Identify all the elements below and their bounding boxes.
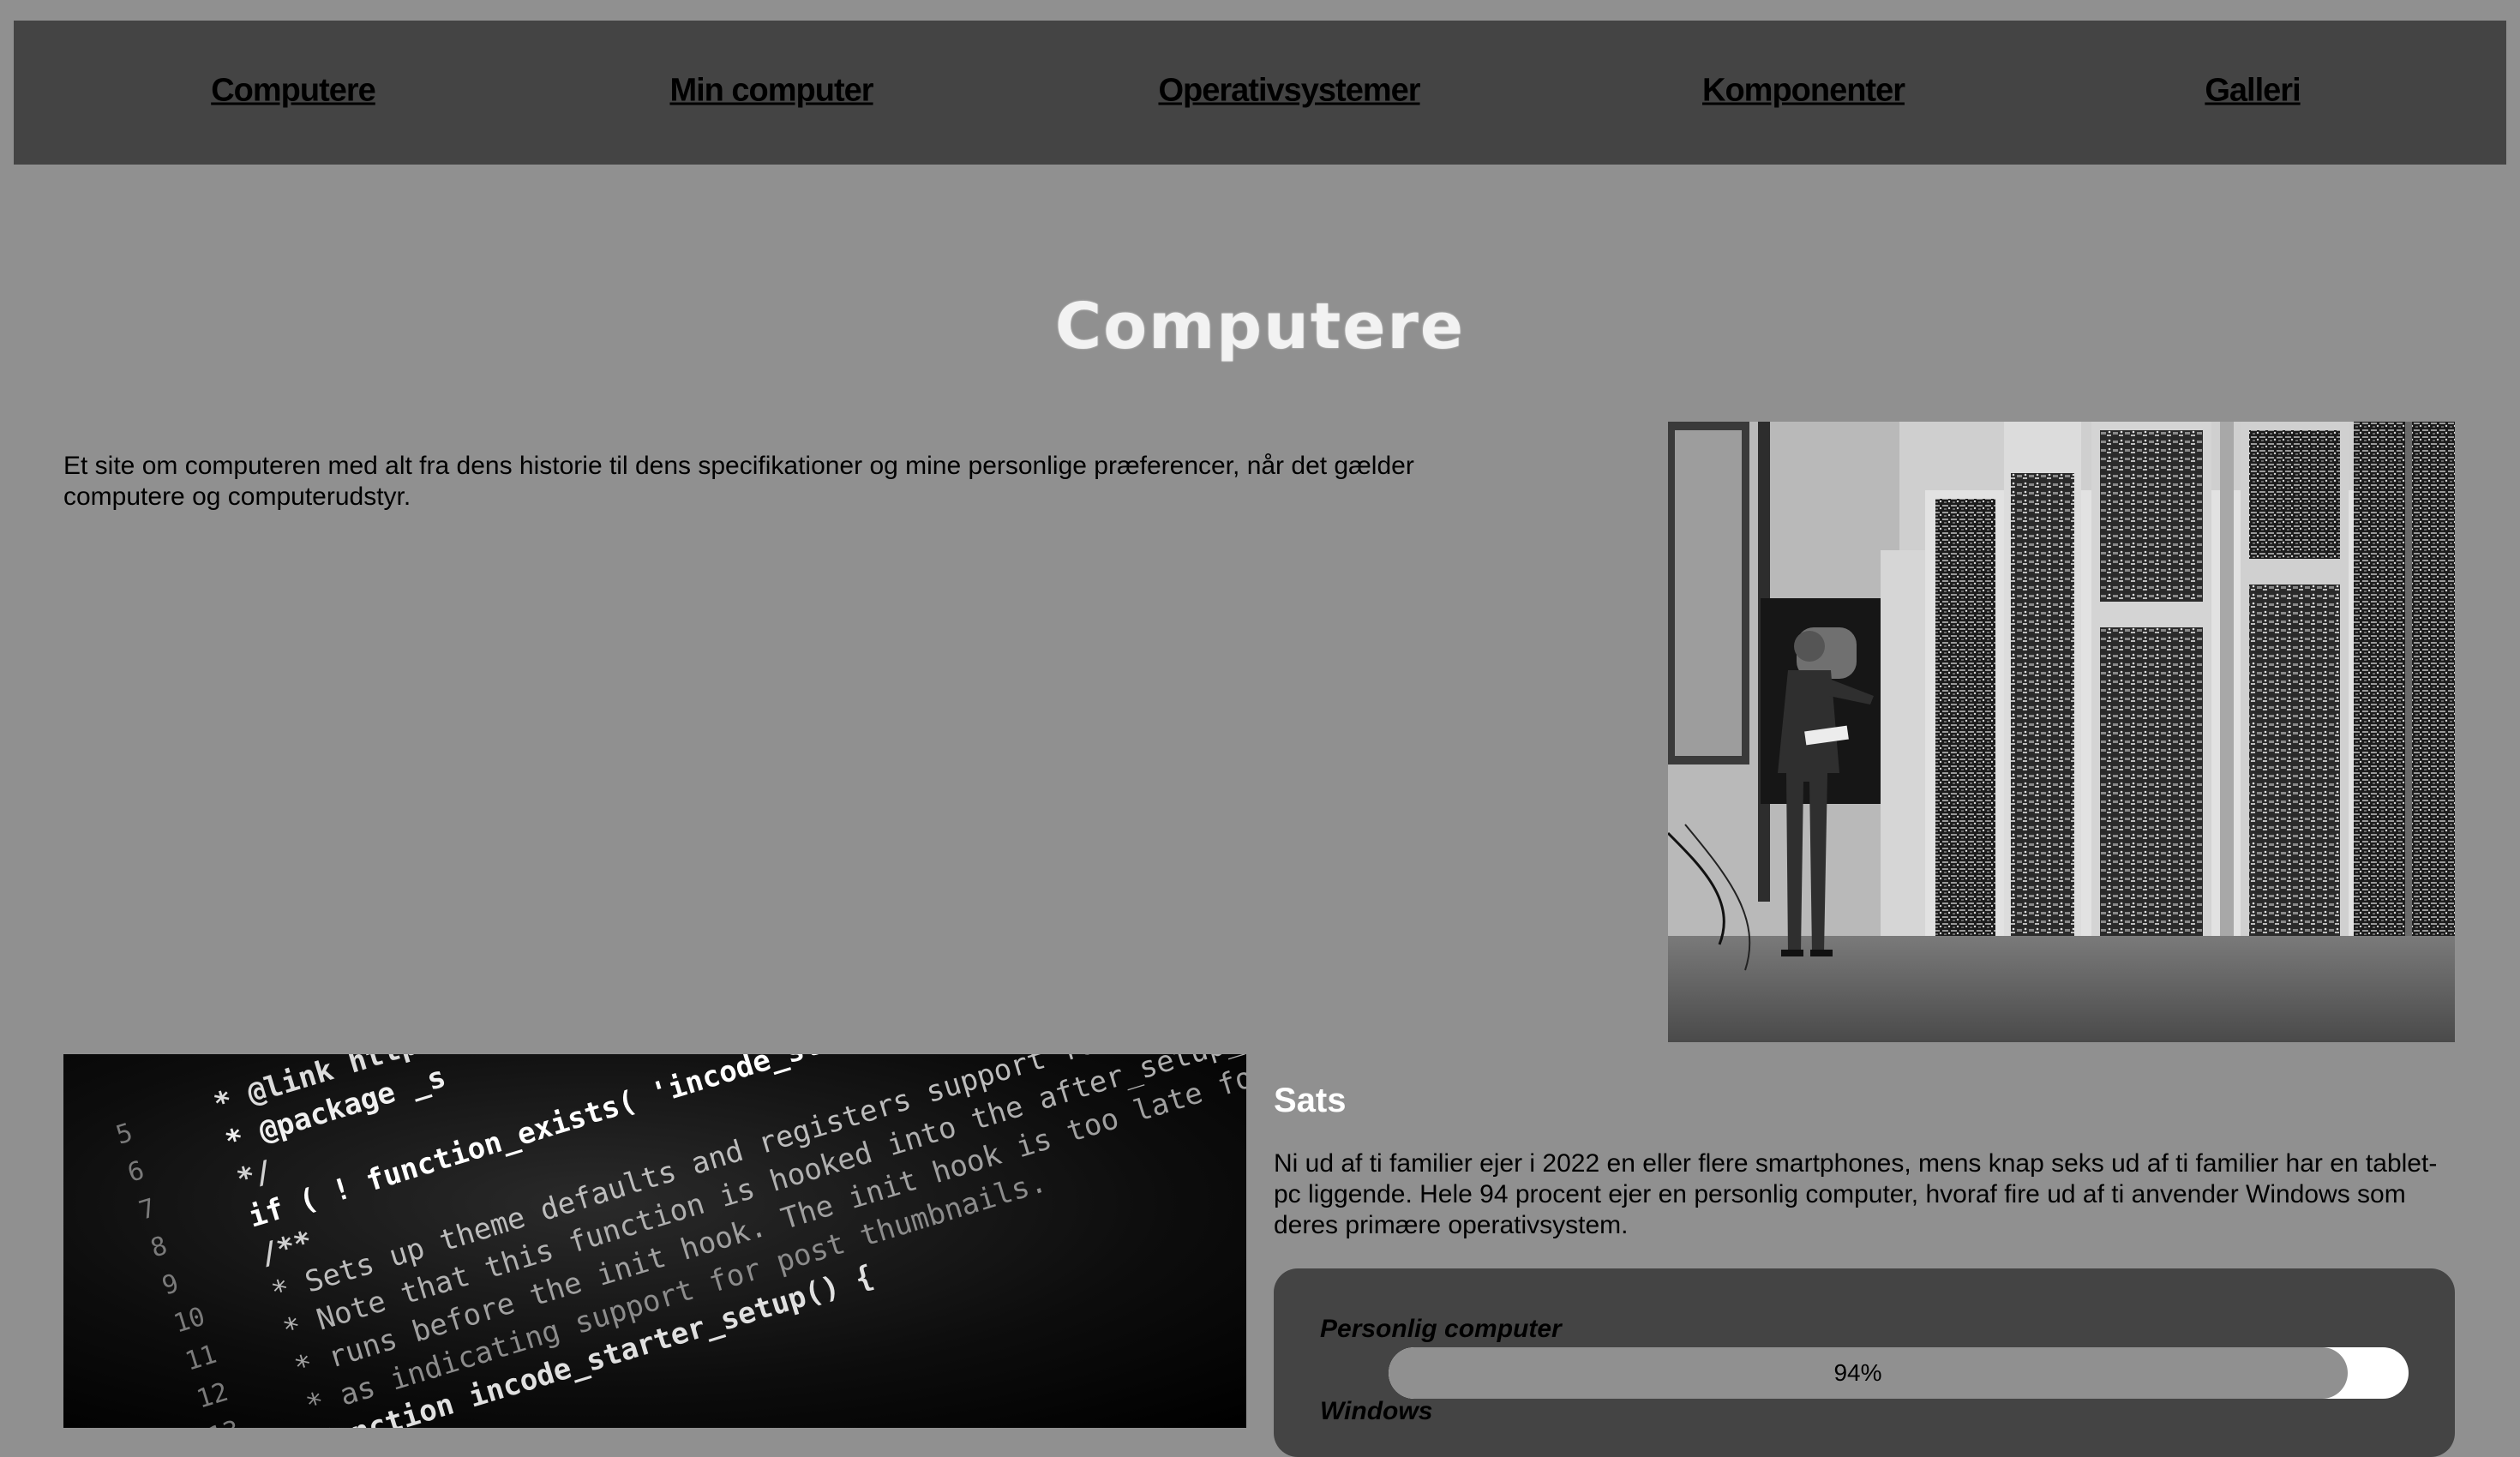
nav-link-galleri[interactable]: Galleri bbox=[2205, 73, 2301, 110]
nav-link-komponenter[interactable]: Komponenter bbox=[1702, 73, 1905, 110]
stats-text: Ni ud af ti familier ejer i 2022 en elle… bbox=[1274, 1149, 2438, 1239]
nav-link-operativsystemer[interactable]: Operativsystemer bbox=[1158, 73, 1420, 110]
code-editor-photo: 5 6 7 8 9 10 11 12 13 14 * @link https:/… bbox=[63, 1054, 1246, 1428]
stats-heading: Sats bbox=[1274, 1082, 1347, 1119]
progress-bar-personlig-computer: 94% bbox=[1389, 1347, 2409, 1399]
historic-computer-photo bbox=[1668, 422, 2455, 1042]
bar-label-personlig-computer: Personlig computer bbox=[1320, 1315, 1562, 1343]
progress-value-label: 94% bbox=[1833, 1359, 1882, 1386]
bar-label-windows: Windows bbox=[1320, 1397, 1433, 1425]
page-title: Computere bbox=[1054, 290, 1466, 363]
nav-link-computere[interactable]: Computere bbox=[211, 73, 376, 110]
nav-link-min-computer[interactable]: Min computer bbox=[669, 73, 873, 110]
stats-panel: Personlig computer 94% Windows bbox=[1274, 1268, 2455, 1457]
top-navigation: Computere Min computer Operativsystemer … bbox=[14, 21, 2506, 165]
intro-text: Et site om computeren med alt fra dens h… bbox=[63, 452, 1414, 511]
